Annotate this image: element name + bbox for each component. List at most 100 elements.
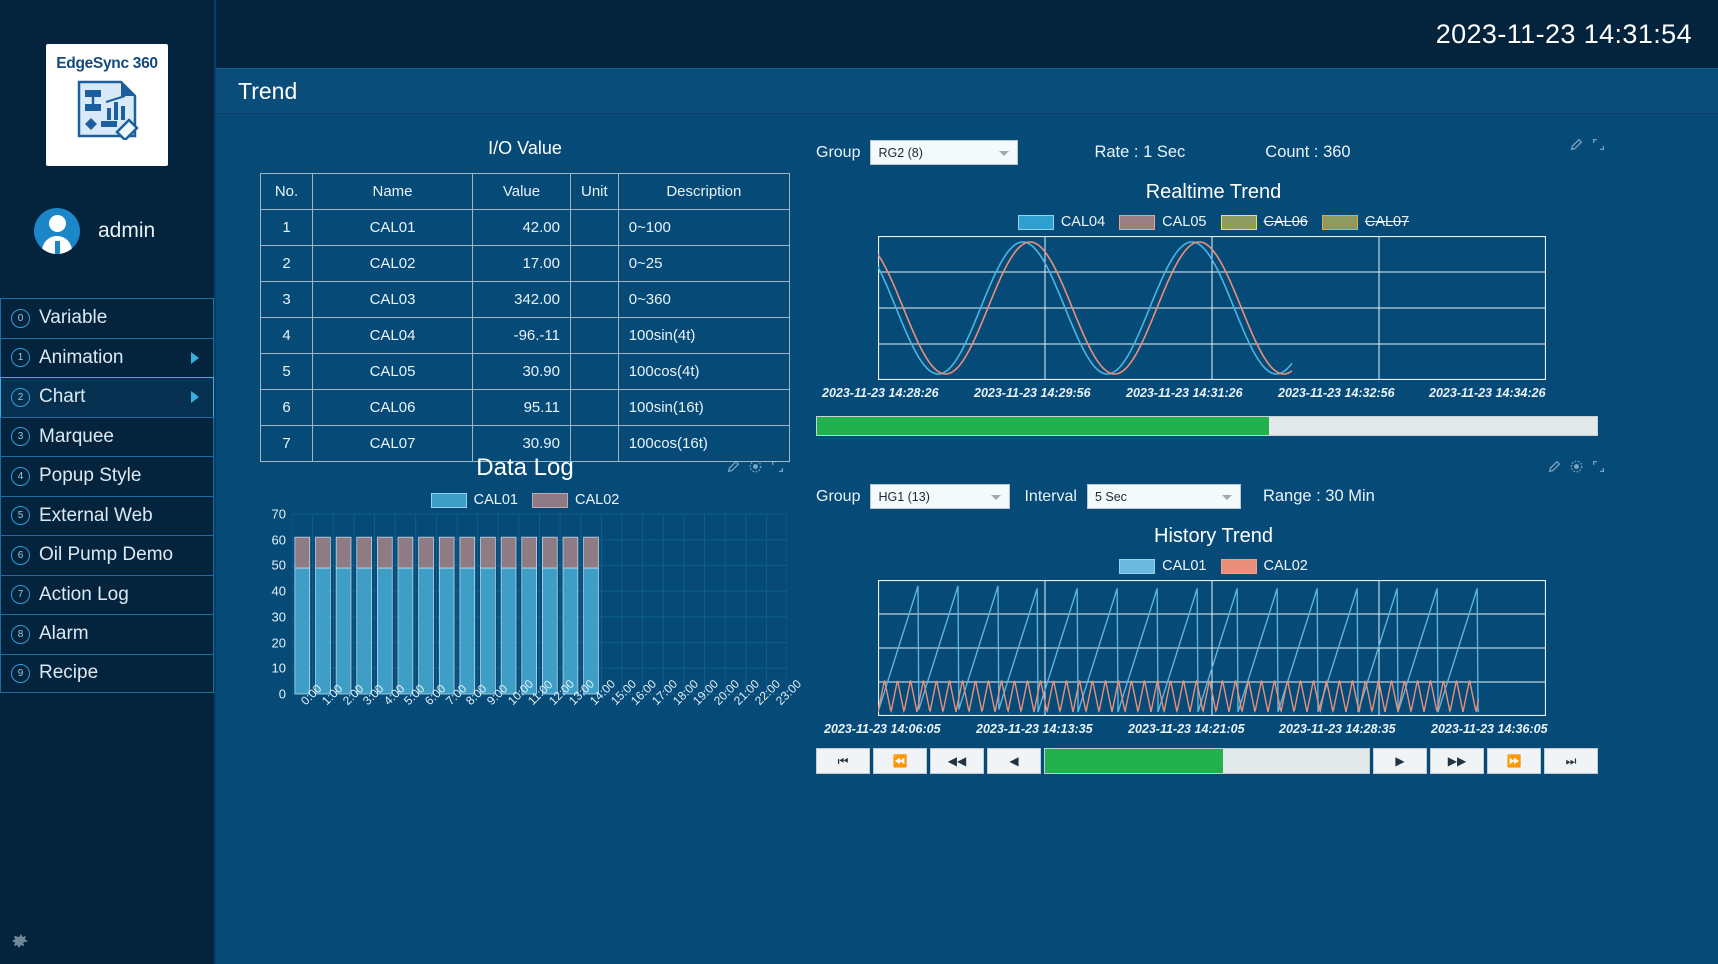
legend-item[interactable]: CAL06 — [1221, 214, 1308, 230]
history-progress-bar[interactable] — [1044, 748, 1370, 774]
nav-first-button[interactable]: ⏮ — [816, 748, 870, 774]
sidebar-item-popup-style[interactable]: 4 Popup Style — [0, 456, 214, 496]
legend-label: CAL07 — [1365, 214, 1409, 230]
sidebar-item-label: External Web — [39, 505, 153, 527]
realtime-group-label: Group — [816, 144, 860, 162]
realtime-group-select[interactable]: RG2 (8) — [870, 140, 1018, 165]
legend-swatch — [431, 493, 467, 508]
history-group-select[interactable]: HG1 (13) — [870, 484, 1010, 509]
item-index-badge: 4 — [11, 467, 30, 486]
data-log-toolbar — [727, 460, 784, 478]
x-tick: 2023-11-23 14:06:05 — [824, 722, 941, 736]
sidebar-item-external-web[interactable]: 5 External Web — [0, 496, 214, 536]
history-range: Range : 30 Min — [1263, 487, 1375, 506]
legend-item[interactable]: CAL02 — [1221, 558, 1308, 574]
nav-fast-fwd-button[interactable]: ⏩ — [1487, 748, 1541, 774]
legend-swatch — [1018, 215, 1054, 230]
sidebar-item-chart[interactable]: 2 Chart — [0, 377, 214, 417]
io-value-title: I/O Value — [260, 138, 790, 159]
legend-item[interactable]: CAL01 — [431, 492, 518, 508]
nav-step-fwd-button[interactable]: ▶ — [1373, 748, 1427, 774]
table-row[interactable]: 1 CAL01 42.00 0~100 — [261, 210, 790, 246]
cell-desc: 100sin(16t) — [618, 390, 789, 426]
cell-value: 42.00 — [473, 210, 571, 246]
history-group-value: HG1 (13) — [878, 490, 929, 504]
legend-label: CAL05 — [1162, 214, 1206, 230]
app-logo: EdgeSync 360 — [46, 44, 168, 166]
gear-icon[interactable] — [1570, 460, 1583, 478]
table-row[interactable]: 2 CAL02 17.00 0~25 — [261, 246, 790, 282]
cell-value: 342.00 — [473, 282, 571, 318]
table-row[interactable]: 6 CAL06 95.11 100sin(16t) — [261, 390, 790, 426]
nav-back-button[interactable]: ◀◀ — [930, 748, 984, 774]
realtime-count: Count : 360 — [1265, 143, 1350, 162]
history-interval-select[interactable]: 5 Sec — [1087, 484, 1241, 509]
legend-item[interactable]: CAL02 — [532, 492, 619, 508]
gear-icon[interactable] — [8, 930, 30, 952]
data-log-x-axis: 0:001:002:003:004:005:006:007:008:009:00… — [292, 694, 790, 754]
x-tick: 2023-11-23 14:31:26 — [1126, 386, 1243, 400]
scrollbar-thumb[interactable] — [817, 417, 1269, 435]
chevron-down-icon — [1222, 495, 1232, 500]
col-desc: Description — [618, 174, 789, 210]
legend-item[interactable]: CAL01 — [1119, 558, 1206, 574]
cell-no: 1 — [261, 210, 313, 246]
sidebar-item-label: Alarm — [39, 623, 89, 645]
gear-icon[interactable] — [749, 460, 762, 478]
legend-label: CAL02 — [575, 492, 619, 508]
item-index-badge: 8 — [11, 625, 30, 644]
legend-item[interactable]: CAL05 — [1119, 214, 1206, 230]
sidebar-item-marquee[interactable]: 3 Marquee — [0, 417, 214, 457]
nav-step-back-button[interactable]: ◀ — [987, 748, 1041, 774]
sidebar-item-oil-pump-demo[interactable]: 6 Oil Pump Demo — [0, 535, 214, 575]
cell-name: CAL01 — [313, 210, 473, 246]
x-tick: 2023-11-23 14:28:26 — [822, 386, 939, 400]
sidebar-item-recipe[interactable]: 9 Recipe — [0, 654, 214, 694]
nav-last-button[interactable]: ⏭ — [1544, 748, 1598, 774]
cell-unit — [571, 390, 619, 426]
expand-icon[interactable] — [1592, 460, 1605, 478]
table-row[interactable]: 5 CAL05 30.90 100cos(4t) — [261, 354, 790, 390]
history-trend-panel: Group HG1 (13) Interval 5 Sec Range : 30… — [816, 454, 1611, 774]
legend-item[interactable]: CAL07 — [1322, 214, 1409, 230]
item-index-badge: 2 — [11, 388, 30, 407]
flowchart-document-icon — [73, 78, 141, 145]
history-trend-plot — [878, 580, 1546, 716]
pencil-icon[interactable] — [727, 460, 740, 478]
y-tick: 60 — [260, 532, 286, 547]
table-row[interactable]: 3 CAL03 342.00 0~360 — [261, 282, 790, 318]
user-profile[interactable]: admin — [0, 208, 214, 254]
sidebar-item-animation[interactable]: 1 Animation — [0, 338, 214, 378]
legend-label: CAL04 — [1061, 214, 1105, 230]
sidebar-item-variable[interactable]: 0 Variable — [0, 298, 214, 338]
expand-icon[interactable] — [771, 460, 784, 478]
y-tick: 40 — [260, 584, 286, 599]
sidebar-item-label: Variable — [39, 307, 107, 329]
realtime-toolbar — [1570, 138, 1605, 156]
col-name: Name — [313, 174, 473, 210]
content-area: I/O Value No. Name Value Unit Descriptio… — [216, 114, 1718, 964]
realtime-scrollbar[interactable] — [816, 416, 1598, 436]
history-nav-bar: ⏮ ⏪ ◀◀ ◀ ▶ ▶▶ ⏩ ⏭ — [816, 748, 1598, 774]
sidebar-item-alarm[interactable]: 8 Alarm — [0, 614, 214, 654]
nav-fwd-button[interactable]: ▶▶ — [1430, 748, 1484, 774]
pencil-icon[interactable] — [1570, 138, 1583, 156]
table-header-row: No. Name Value Unit Description — [261, 174, 790, 210]
legend-swatch — [1221, 559, 1257, 574]
cell-value: -96.-11 — [473, 318, 571, 354]
expand-icon[interactable] — [1592, 138, 1605, 156]
cell-value: 95.11 — [473, 390, 571, 426]
history-legend: CAL01 CAL02 — [816, 558, 1611, 574]
chevron-down-icon — [999, 151, 1009, 156]
table-row[interactable]: 4 CAL04 -96.-11 100sin(4t) — [261, 318, 790, 354]
sidebar-item-action-log[interactable]: 7 Action Log — [0, 575, 214, 615]
io-value-table: No. Name Value Unit Description 1 CAL01 … — [260, 173, 790, 462]
y-tick: 10 — [260, 661, 286, 676]
realtime-group-value: RG2 (8) — [878, 146, 922, 160]
nav-fast-back-button[interactable]: ⏪ — [873, 748, 927, 774]
x-tick: 2023-11-23 14:28:35 — [1279, 722, 1396, 736]
legend-item[interactable]: CAL04 — [1018, 214, 1105, 230]
data-log-plot — [292, 512, 787, 696]
top-bar: 2023-11-23 14:31:54 — [216, 0, 1718, 68]
pencil-icon[interactable] — [1548, 460, 1561, 478]
